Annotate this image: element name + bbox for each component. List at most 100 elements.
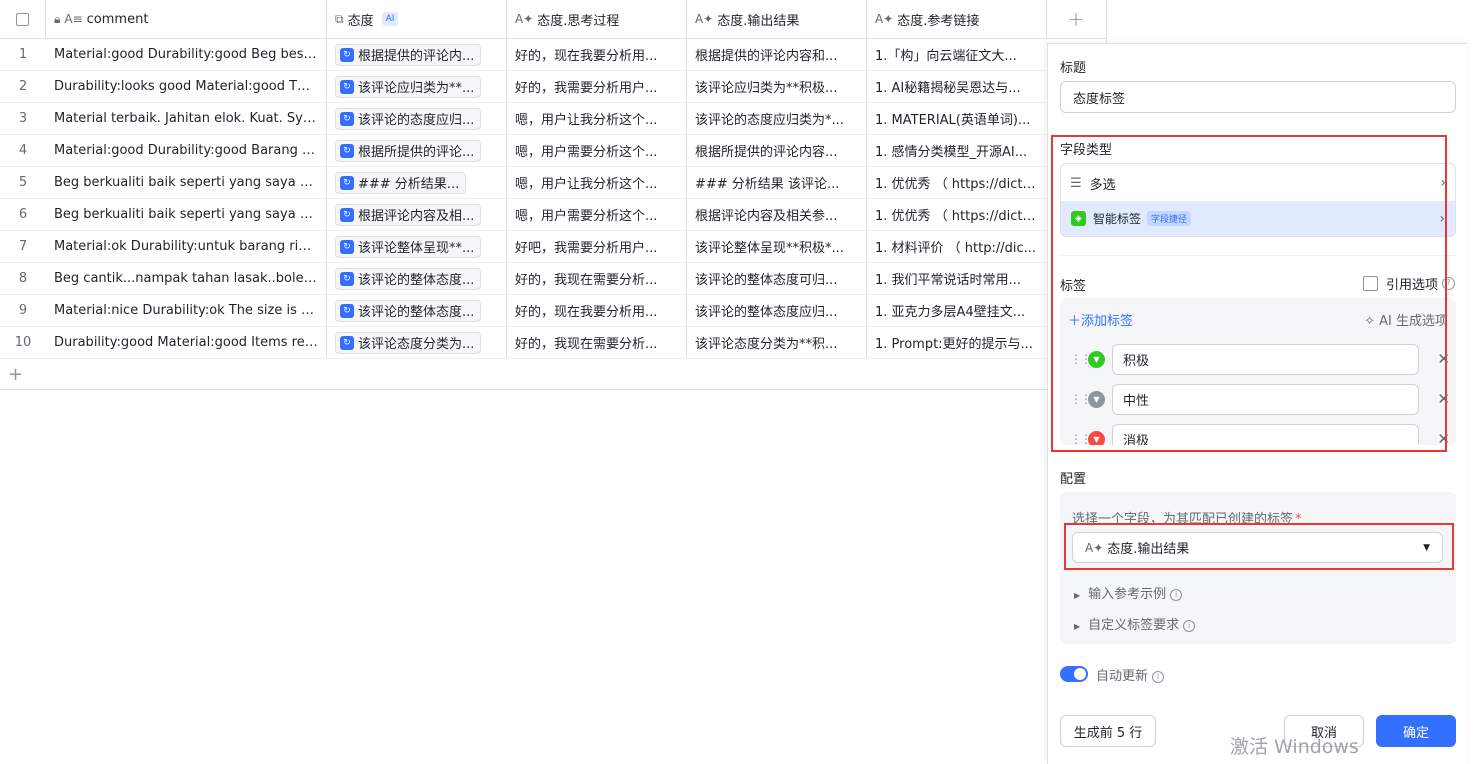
ai-generate-button[interactable]: ✧ AI 生成选项 [1364,310,1448,329]
close-icon[interactable]: ✕ [1437,350,1450,368]
think-cell[interactable]: 好的，现在我要分析用... [507,295,687,326]
column-header-attitude[interactable]: ⧉ 态度 AI [327,0,507,38]
tag-name-input[interactable]: 中性 [1112,384,1419,415]
add-column-button[interactable]: + [1046,0,1106,38]
table-row[interactable]: 5 Beg berkualiti baik seperti yang saya … [0,167,1046,199]
column-header-link[interactable]: A✦ 态度.参考链接 [867,0,1047,38]
think-cell[interactable]: 嗯，用户需要分析这个... [507,135,687,166]
reference-checkbox[interactable] [1362,276,1378,291]
drag-handle-icon[interactable]: ⋮⋮ [1070,352,1092,366]
attitude-cell[interactable]: ↻ 该评论的整体态度... [327,263,507,294]
field-type-multiselect[interactable]: ☰ 多选 › [1060,165,1456,201]
link-cell[interactable]: 1.「构」向云端征文大... [867,39,1046,70]
attitude-cell[interactable]: ↻ 该评论应归类为**... [327,71,507,102]
output-cell[interactable]: 该评论的态度应归类为*... [687,103,867,134]
comment-cell[interactable]: Material:good Durability:good Barang se.… [46,135,327,166]
auto-update-toggle[interactable] [1060,666,1088,682]
think-cell[interactable]: 好的，我现在需要分析... [507,327,687,358]
comment-cell[interactable]: Material:nice Durability:ok The size is … [46,295,327,326]
output-cell[interactable]: 根据所提供的评论内容... [687,135,867,166]
output-cell[interactable]: ### 分析结果 该评论... [687,167,867,198]
output-cell[interactable]: 根据评论内容及相关参... [687,199,867,230]
think-cell[interactable]: 好的，现在我要分析用... [507,39,687,70]
custom-requirement-toggle[interactable]: ▶ 自定义标签要求 i [1074,614,1196,633]
attitude-cell[interactable]: ↻ 根据所提供的评论... [327,135,507,166]
comment-cell[interactable]: Material terbaik. Jahitan elok. Kuat. Sy… [46,103,327,134]
comment-cell[interactable]: Durability:good Material:good Items rec.… [46,327,327,358]
table-row[interactable]: 2 Durability:looks good Material:good Th… [0,71,1046,103]
field-type-smart-tag[interactable]: ◈ 智能标签 字段捷径 › [1061,201,1455,236]
source-field-select[interactable]: A✦ 态度.输出结果 ▼ [1072,532,1443,563]
tag-name-input[interactable]: 积极 [1112,344,1419,375]
output-cell[interactable]: 该评论应归类为**积极... [687,71,867,102]
output-cell[interactable]: 该评论态度分类为**积... [687,327,867,358]
link-cell[interactable]: 1. AI秘籍揭秘吴恩达与... [867,71,1046,102]
comment-cell[interactable]: Beg berkualiti baik seperti yang saya na… [46,199,327,230]
link-cell[interactable]: 1. 优优秀 （ https://dict.... [867,199,1046,230]
attitude-pill[interactable]: ↻ 该评论应归类为**... [335,75,482,98]
attitude-pill[interactable]: ↻ ### 分析结果... [335,171,467,194]
select-all-checkbox[interactable] [0,0,46,38]
tag-option-row[interactable]: ⋮⋮ ▼ 消极 ✕ [1060,424,1456,445]
reference-option[interactable]: 引用选项 ? [1362,274,1455,293]
attitude-cell[interactable]: ↻ 该评论的整体态度... [327,295,507,326]
drag-handle-icon[interactable]: ⋮⋮ [1070,432,1092,445]
comment-cell[interactable]: Beg cantik...nampak tahan lasak..boleh l… [46,263,327,294]
link-cell[interactable]: 1. 材料评价 （ http://dic... [867,231,1046,262]
add-tag-button[interactable]: ＋添加标签 [1068,310,1133,329]
column-header-think[interactable]: A✦ 态度.思考过程 [507,0,687,38]
table-row[interactable]: 8 Beg cantik...nampak tahan lasak..boleh… [0,263,1046,295]
table-row[interactable]: 3 Material terbaik. Jahitan elok. Kuat. … [0,103,1046,135]
attitude-pill[interactable]: ↻ 根据所提供的评论... [335,139,482,162]
attitude-pill[interactable]: ↻ 该评论的整体态度... [335,267,482,290]
comment-cell[interactable]: Material:good Durability:good Beg besar.… [46,39,327,70]
link-cell[interactable]: 1. 优优秀 （ https://dict.... [867,167,1046,198]
think-cell[interactable]: 好的，我需要分析用户... [507,71,687,102]
think-cell[interactable]: 嗯，用户让我分析这个... [507,103,687,134]
table-row[interactable]: 9 Material:nice Durability:ok The size i… [0,295,1046,327]
table-row[interactable]: 1 Material:good Durability:good Beg besa… [0,39,1046,71]
attitude-pill[interactable]: ↻ 该评论的态度应归... [335,107,482,130]
link-cell[interactable]: 1. 感情分类模型_开源AI... [867,135,1046,166]
attitude-cell[interactable]: ↻ ### 分析结果... [327,167,507,198]
drag-handle-icon[interactable]: ⋮⋮ [1070,392,1092,406]
generate-preview-button[interactable]: 生成前 5 行 [1060,715,1156,747]
table-row[interactable]: 6 Beg berkualiti baik seperti yang saya … [0,199,1046,231]
think-cell[interactable]: 嗯，用户让我分析这个... [507,167,687,198]
table-row[interactable]: 10 Durability:good Material:good Items r… [0,327,1046,359]
tag-color-picker[interactable]: ▼ [1088,351,1105,368]
comment-cell[interactable]: Durability:looks good Material:good The … [46,71,327,102]
tag-color-picker[interactable]: ▼ [1088,391,1105,408]
attitude-pill[interactable]: ↻ 该评论的整体态度... [335,299,482,322]
comment-cell[interactable]: Material:ok Durability:untuk barang ring… [46,231,327,262]
attitude-pill[interactable]: ↻ 根据提供的评论内... [335,43,482,66]
table-row[interactable]: 7 Material:ok Durability:untuk barang ri… [0,231,1046,263]
attitude-pill[interactable]: ↻ 该评论态度分类为... [335,331,482,354]
attitude-pill[interactable]: ↻ 根据评论内容及相... [335,203,482,226]
link-cell[interactable]: 1. 亚克力多层A4壁挂文... [867,295,1046,326]
attitude-pill[interactable]: ↻ 该评论整体呈现**... [335,235,482,258]
think-cell[interactable]: 好吧，我需要分析用户... [507,231,687,262]
add-row-button[interactable]: + [8,364,23,385]
think-cell[interactable]: 嗯，用户需要分析这个... [507,199,687,230]
close-icon[interactable]: ✕ [1437,390,1450,408]
link-cell[interactable]: 1. MATERIAL(英语单词)... [867,103,1046,134]
example-toggle[interactable]: ▶ 输入参考示例 i [1074,583,1183,602]
attitude-cell[interactable]: ↻ 根据评论内容及相... [327,199,507,230]
output-cell[interactable]: 该评论的整体态度可归... [687,263,867,294]
link-cell[interactable]: 1. 我们平常说话时常用... [867,263,1046,294]
column-header-comment[interactable]: 🔒︎ A≡ comment [46,0,327,38]
attitude-cell[interactable]: ↻ 该评论整体呈现**... [327,231,507,262]
tag-option-row[interactable]: ⋮⋮ ▼ 积极 ✕ [1060,344,1456,376]
tag-color-picker[interactable]: ▼ [1088,431,1105,445]
attitude-cell[interactable]: ↻ 该评论的态度应归... [327,103,507,134]
column-header-output[interactable]: A✦ 态度.输出结果 [687,0,867,38]
title-input[interactable]: 态度标签 [1060,81,1456,113]
output-cell[interactable]: 该评论整体呈现**积极*... [687,231,867,262]
tag-option-row[interactable]: ⋮⋮ ▼ 中性 ✕ [1060,384,1456,416]
output-cell[interactable]: 该评论的整体态度应归... [687,295,867,326]
table-row[interactable]: 4 Material:good Durability:good Barang s… [0,135,1046,167]
attitude-cell[interactable]: ↻ 该评论态度分类为... [327,327,507,358]
output-cell[interactable]: 根据提供的评论内容和... [687,39,867,70]
close-icon[interactable]: ✕ [1437,430,1450,445]
